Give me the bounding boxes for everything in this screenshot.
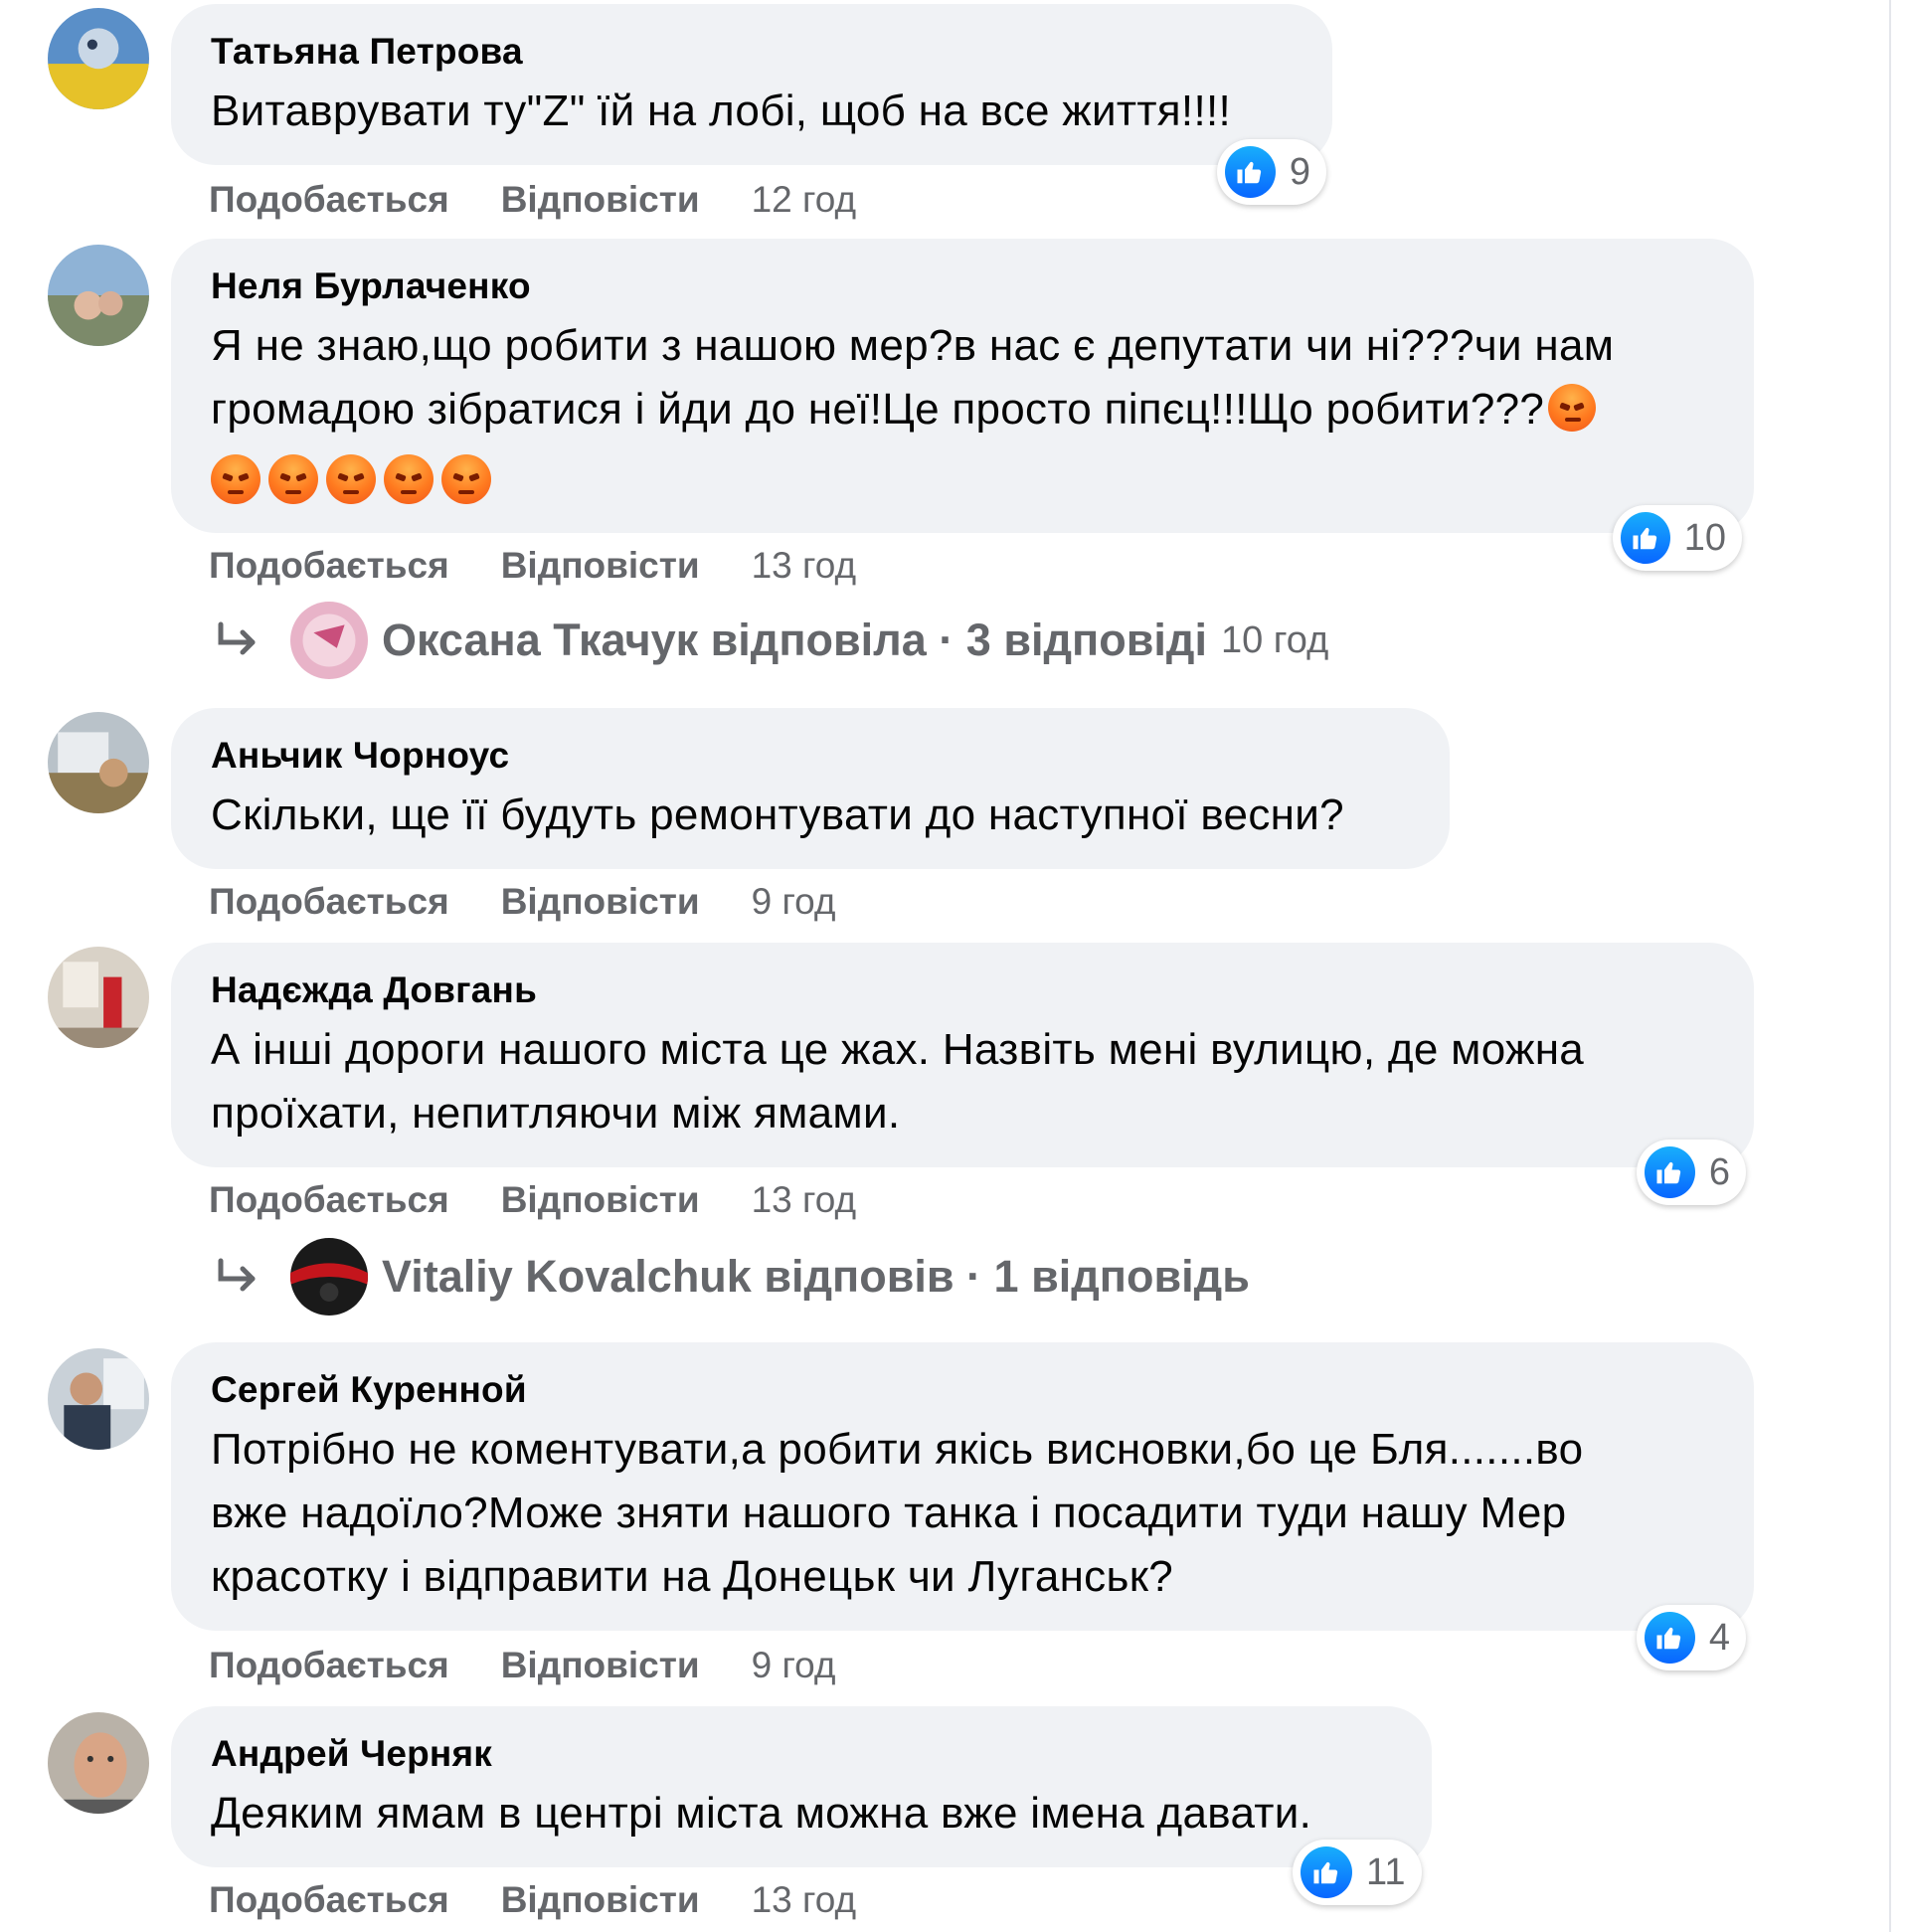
comment-text-segment: громадою зібратися і йди до неї!Це прост… xyxy=(211,385,1545,434)
avatar[interactable] xyxy=(48,1348,149,1450)
comment-text-line: А інші дороги нашого міста це жах. Назві… xyxy=(211,1025,1585,1074)
comment-bubble: Неля Бурлаченко Я не знаю,що робити з на… xyxy=(171,239,1754,533)
comment-timestamp[interactable]: 13 год xyxy=(752,1879,856,1921)
comment-bubble: Татьяна Петрова Витаврувати ту"Z" їй на … xyxy=(171,4,1332,165)
reply-avatar xyxy=(290,1238,368,1316)
comment-text: Деяким ямам в центрі міста можна вже іме… xyxy=(211,1789,1312,1838)
reply-button[interactable]: Відповісти xyxy=(501,1645,700,1686)
comment-text: Скільки, ще її будуть ремонтувати до нас… xyxy=(211,790,1344,839)
reply-button[interactable]: Відповісти xyxy=(501,545,700,587)
angry-face-icon xyxy=(1548,384,1597,432)
like-reaction-icon xyxy=(1645,1612,1695,1664)
comment-actions: Подобається Відповісти 12 год xyxy=(209,175,856,225)
avatar[interactable] xyxy=(48,8,149,109)
replies-timestamp: 10 год xyxy=(1220,618,1329,661)
reaction-summary[interactable]: 9 xyxy=(1217,139,1326,205)
angry-face-icon xyxy=(384,454,434,505)
reaction-count: 10 xyxy=(1683,516,1726,559)
reaction-summary[interactable]: 4 xyxy=(1637,1605,1746,1670)
reply-arrow-icon xyxy=(218,1258,256,1292)
view-replies-link[interactable]: Оксана Ткачук відповіла · 3 відповіді 10… xyxy=(213,601,1328,680)
comment-bubble: Аньчик Чорноус Скільки, ще її будуть рем… xyxy=(171,708,1450,869)
comment-timestamp[interactable]: 9 год xyxy=(752,881,836,923)
comment-text-line: Я не знаю,що робити з нашою мер?в нас є … xyxy=(211,321,1615,370)
comment-text-line: Потрібно не коментувати,а робити якісь в… xyxy=(211,1425,1584,1474)
comment-text: Витаврувати ту"Z" їй на лобі, щоб на все… xyxy=(211,87,1232,135)
comment-text-line: громадою зібратися і йди до неї!Це прост… xyxy=(211,378,1714,441)
comment-text-line: красотку і відправити на Донецьк чи Луга… xyxy=(211,1552,1174,1601)
comment-actions: Подобається Відповісти 13 год xyxy=(209,1175,856,1225)
comment-text-line: проїхати, непитляючи між ямами. xyxy=(211,1089,901,1138)
angry-face-icon xyxy=(441,454,491,505)
comment-author[interactable]: Андрей Черняк xyxy=(211,1732,1392,1776)
replies-summary[interactable]: Оксана Ткачук відповіла · 3 відповіді xyxy=(382,615,1207,666)
comment-author[interactable]: Неля Бурлаченко xyxy=(211,264,1714,308)
comment-actions: Подобається Відповісти 13 год xyxy=(209,1875,856,1925)
comment-actions: Подобається Відповісти 13 год xyxy=(209,541,856,591)
reply-button[interactable]: Відповісти xyxy=(501,881,700,923)
like-button[interactable]: Подобається xyxy=(209,1645,449,1686)
like-button[interactable]: Подобається xyxy=(209,1879,449,1921)
reaction-summary[interactable]: 11 xyxy=(1293,1840,1422,1905)
scrollbar-track[interactable] xyxy=(1889,0,1891,1932)
reply-button[interactable]: Відповісти xyxy=(501,179,700,221)
angry-face-icon xyxy=(211,454,260,505)
comment-author[interactable]: Татьяна Петрова xyxy=(211,30,1293,74)
reply-arrow-icon xyxy=(218,621,256,655)
view-replies-link[interactable]: Vitaliy Kovalchuk відповів · 1 відповідь xyxy=(213,1237,1250,1317)
reply-avatar xyxy=(290,602,368,679)
comment-author[interactable]: Аньчик Чорноус xyxy=(211,734,1410,778)
reaction-count: 11 xyxy=(1366,1850,1406,1893)
like-button[interactable]: Подобається xyxy=(209,179,449,221)
like-reaction-icon xyxy=(1301,1846,1352,1898)
comment-text: Потрібно не коментувати,а робити якісь в… xyxy=(211,1418,1714,1609)
reaction-summary[interactable]: 6 xyxy=(1637,1140,1746,1205)
like-button[interactable]: Подобається xyxy=(209,1179,449,1221)
reply-button[interactable]: Відповісти xyxy=(501,1179,700,1221)
reaction-summary[interactable]: 10 xyxy=(1613,505,1742,571)
avatar[interactable] xyxy=(48,245,149,346)
comment-text: Я не знаю,що робити з нашою мер?в нас є … xyxy=(211,314,1714,507)
angry-face-icon xyxy=(268,454,318,505)
comment-author[interactable]: Сергей Куренной xyxy=(211,1368,1714,1412)
comment-bubble: Сергей Куренной Потрібно не коментувати,… xyxy=(171,1342,1754,1631)
comment-actions: Подобається Відповісти 9 год xyxy=(209,877,836,927)
comment-bubble: Андрей Черняк Деяким ямам в центрі міста… xyxy=(171,1706,1432,1867)
reply-button[interactable]: Відповісти xyxy=(501,1879,700,1921)
comment-timestamp[interactable]: 13 год xyxy=(752,545,856,587)
reaction-count: 4 xyxy=(1708,1616,1730,1659)
comment-timestamp[interactable]: 12 год xyxy=(752,179,856,221)
angry-face-icon xyxy=(326,454,376,505)
like-button[interactable]: Подобається xyxy=(209,545,449,587)
emoji-row xyxy=(211,445,1714,507)
like-reaction-icon xyxy=(1645,1146,1695,1198)
avatar[interactable] xyxy=(48,1712,149,1814)
like-button[interactable]: Подобається xyxy=(209,881,449,923)
comment-author[interactable]: Надєжда Довгань xyxy=(211,968,1714,1012)
comment-timestamp[interactable]: 13 год xyxy=(752,1179,856,1221)
comment-text-line: вже надоїло?Може зняти нашого танка і по… xyxy=(211,1489,1567,1537)
like-reaction-icon xyxy=(1225,146,1276,198)
replies-summary[interactable]: Vitaliy Kovalchuk відповів · 1 відповідь xyxy=(382,1251,1250,1303)
reaction-count: 9 xyxy=(1289,150,1310,193)
comment-bubble: Надєжда Довгань А інші дороги нашого міс… xyxy=(171,943,1754,1167)
avatar[interactable] xyxy=(48,947,149,1048)
avatar[interactable] xyxy=(48,712,149,813)
reaction-count: 6 xyxy=(1708,1150,1730,1193)
comment-text: А інші дороги нашого міста це жах. Назві… xyxy=(211,1018,1714,1145)
comment-actions: Подобається Відповісти 9 год xyxy=(209,1641,836,1690)
comment-timestamp[interactable]: 9 год xyxy=(752,1645,836,1686)
like-reaction-icon xyxy=(1621,512,1670,564)
